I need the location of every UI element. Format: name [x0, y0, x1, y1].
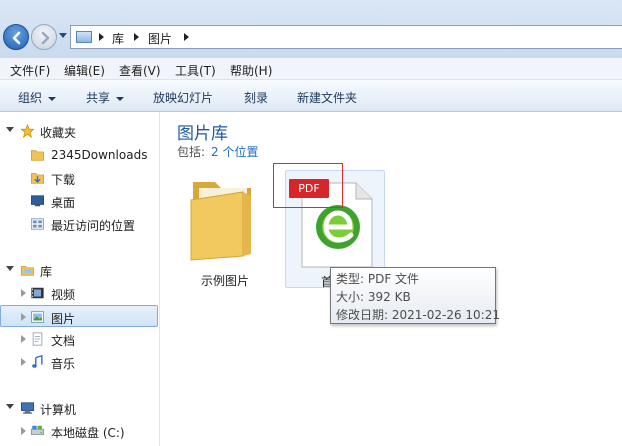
nav-item-recent-places[interactable]: 最近访问的位置 — [0, 213, 158, 235]
tooltip-modified: 修改日期: 2021-02-26 10:21 — [336, 308, 500, 322]
menu-view[interactable]: 查看(V) — [119, 62, 161, 79]
recent-pages-dropdown[interactable] — [59, 33, 67, 39]
arrow-right-icon — [41, 31, 50, 45]
nav-libraries[interactable]: 库 — [0, 259, 158, 281]
recent-places-icon — [31, 218, 44, 230]
command-bar: 组织 共享 放映幻灯片 刻录 新建文件夹 — [0, 80, 622, 112]
drive-icon — [31, 425, 44, 435]
nav-label: 最近访问的位置 — [51, 219, 136, 233]
nav-label: 库 — [40, 265, 53, 279]
burn-button[interactable]: 刻录 — [244, 89, 268, 106]
nav-label: 音乐 — [51, 357, 76, 371]
forward-button[interactable] — [31, 24, 57, 50]
tooltip-type: 类型: PDF 文件 — [336, 272, 420, 286]
nav-item-desktop[interactable]: 桌面 — [0, 190, 158, 212]
nav-label: 图片 — [51, 312, 76, 326]
annotation-highlight-box — [273, 163, 343, 208]
arrow-left-icon — [12, 31, 21, 45]
menu-bar: 文件(F) 编辑(E) 查看(V) 工具(T) 帮助(H) — [0, 58, 622, 80]
video-icon — [31, 287, 44, 299]
address-bar-area: 库 图片 — [0, 0, 622, 58]
library-includes: 包括: 2 个位置 — [177, 143, 259, 160]
chevron-down-icon — [116, 96, 125, 101]
breadcrumb-pictures[interactable]: 图片 — [148, 30, 172, 47]
documents-icon — [32, 332, 43, 346]
computer-icon — [21, 402, 34, 414]
file-name: 示例图片 — [200, 274, 249, 288]
expand-arrow-icon[interactable] — [21, 313, 26, 321]
nav-item-local-disk-c[interactable]: 本地磁盘 (C:) — [0, 420, 158, 442]
content-pane: 图片库 包括: 2 个位置 示例图片 首 PDF 类型: PDF 文件 大小: 3… — [161, 112, 622, 446]
expand-arrow-icon[interactable] — [6, 404, 14, 409]
nav-label: 文档 — [51, 334, 76, 348]
nav-label: 收藏夹 — [40, 126, 77, 140]
nav-label: 下载 — [51, 173, 76, 187]
expand-arrow-icon[interactable] — [21, 289, 26, 297]
expand-arrow-icon[interactable] — [6, 127, 14, 132]
navigation-pane: 收藏夹 2345Downloads 下载 桌面 最近访问的位置 库 视频 图片 … — [0, 112, 160, 446]
tooltip-size: 大小: 392 KB — [336, 290, 411, 304]
nav-item-music[interactable]: 音乐 — [0, 351, 158, 373]
share-button[interactable]: 共享 — [86, 89, 125, 106]
menu-edit[interactable]: 编辑(E) — [64, 62, 105, 79]
pictures-icon — [31, 311, 44, 323]
expand-arrow-icon[interactable] — [21, 335, 26, 343]
page-title: 图片库 — [177, 124, 228, 144]
menu-file[interactable]: 文件(F) — [10, 62, 50, 79]
star-icon — [20, 124, 35, 138]
back-button[interactable] — [3, 24, 29, 50]
file-info-tooltip: 类型: PDF 文件 大小: 392 KB 修改日期: 2021-02-26 1… — [330, 267, 500, 324]
nav-item-downloads[interactable]: 下载 — [0, 167, 158, 189]
share-label: 共享 — [86, 91, 111, 105]
breadcrumb-separator-icon[interactable] — [184, 33, 189, 41]
nav-item-pictures[interactable]: 图片 — [0, 305, 158, 327]
download-folder-icon — [31, 173, 44, 184]
nav-computer[interactable]: 计算机 — [0, 397, 158, 419]
nav-label: 本地磁盘 (C:) — [51, 426, 125, 440]
folder-icon — [31, 150, 44, 161]
nav-label: 桌面 — [51, 196, 76, 210]
organize-button[interactable]: 组织 — [18, 89, 57, 106]
desktop-icon — [31, 195, 44, 207]
menu-help[interactable]: 帮助(H) — [230, 62, 272, 79]
nav-label: 计算机 — [40, 403, 77, 417]
address-input[interactable]: 库 图片 — [70, 25, 622, 49]
slideshow-button[interactable]: 放映幻灯片 — [153, 89, 213, 106]
breadcrumb-libraries[interactable]: 库 — [112, 30, 124, 47]
file-item-sample-pictures[interactable]: 示例图片 — [175, 170, 275, 288]
nav-favorites[interactable]: 收藏夹 — [0, 120, 158, 142]
nav-item-documents[interactable]: 文档 — [0, 328, 158, 350]
breadcrumb-separator-icon[interactable] — [134, 33, 139, 41]
music-icon — [32, 355, 43, 368]
nav-item-2345downloads[interactable]: 2345Downloads — [0, 144, 158, 166]
expand-arrow-icon[interactable] — [21, 358, 26, 366]
nav-item-videos[interactable]: 视频 — [0, 282, 158, 304]
organize-label: 组织 — [18, 91, 43, 105]
library-folder-icon — [76, 31, 92, 43]
nav-label: 视频 — [51, 288, 76, 302]
folder-icon — [190, 182, 251, 261]
nav-label: 2345Downloads — [51, 148, 148, 162]
includes-locations-link[interactable]: 2 个位置 — [211, 145, 258, 159]
expand-arrow-icon[interactable] — [21, 427, 26, 435]
breadcrumb-separator-icon[interactable] — [99, 33, 104, 41]
menu-tools[interactable]: 工具(T) — [175, 62, 216, 79]
includes-label: 包括: — [177, 145, 206, 159]
new-folder-button[interactable]: 新建文件夹 — [297, 89, 357, 106]
expand-arrow-icon[interactable] — [6, 266, 14, 271]
chevron-down-icon — [48, 96, 57, 101]
library-icon — [21, 266, 34, 276]
